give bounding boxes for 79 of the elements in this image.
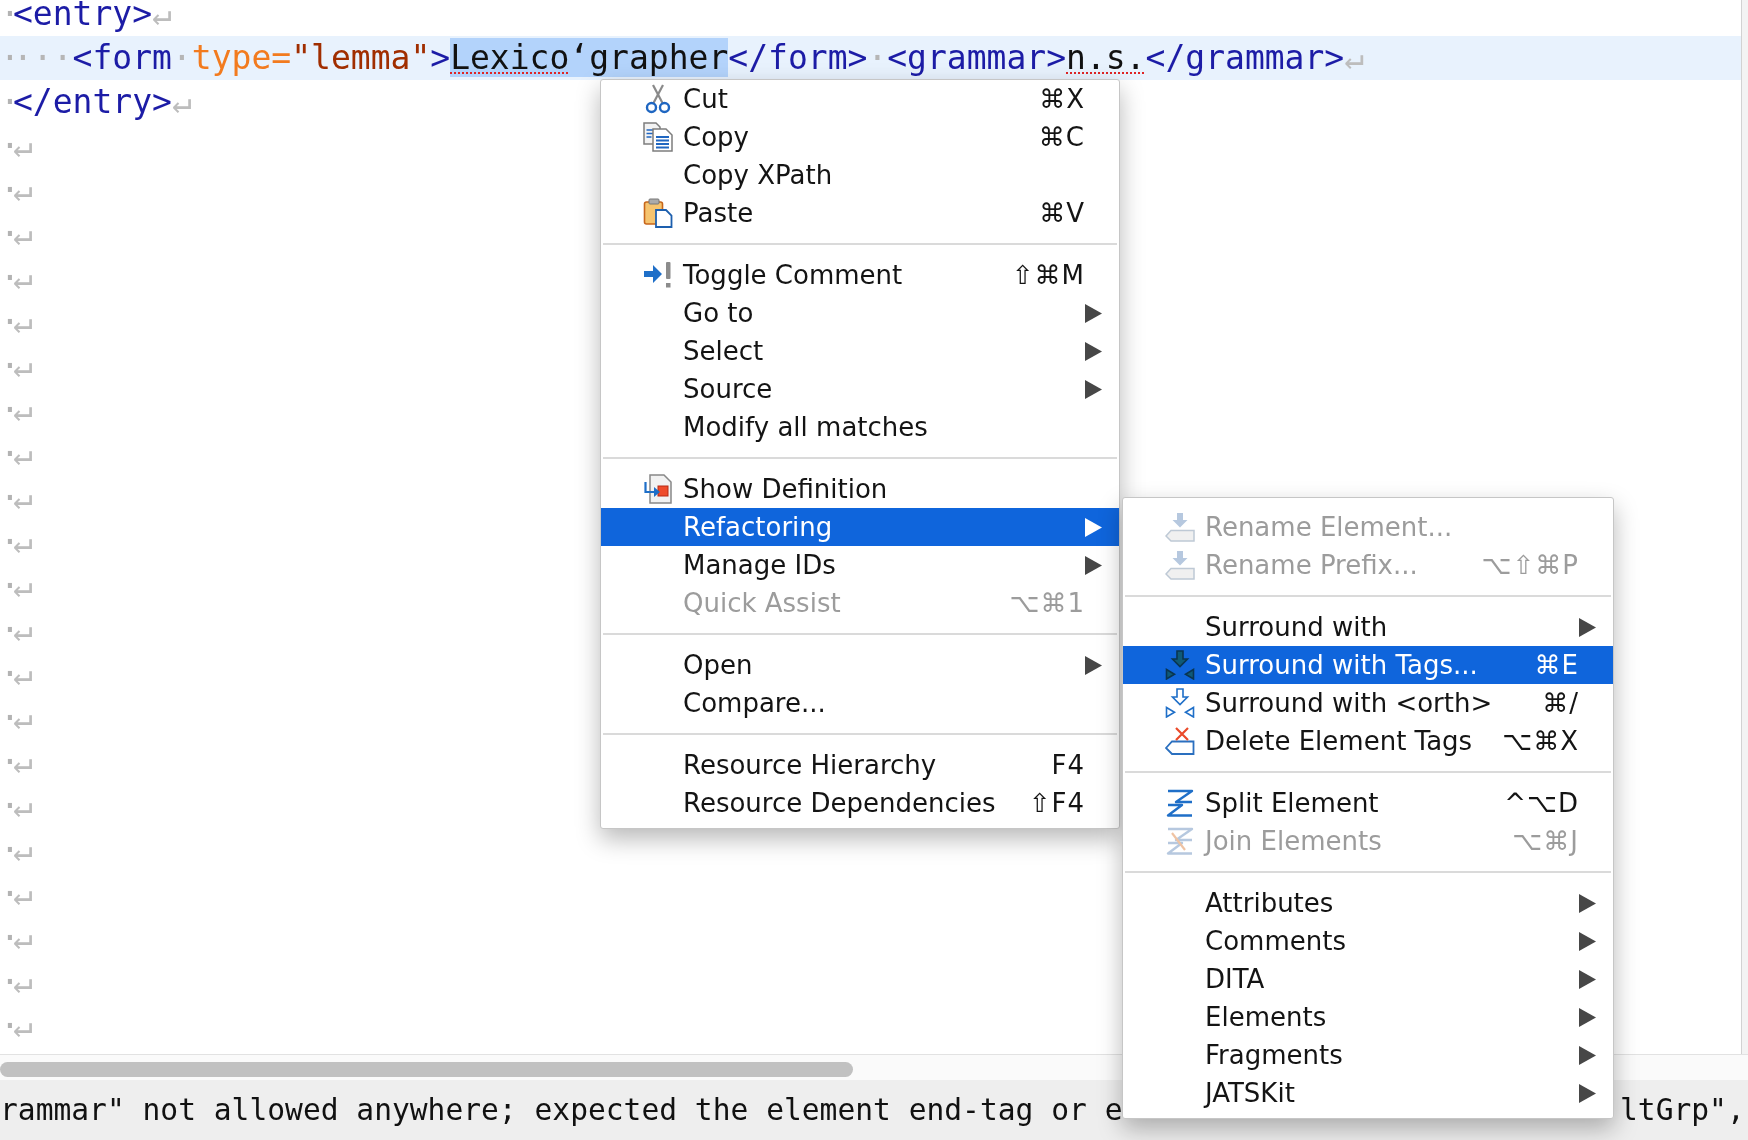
arrow-exclamation-icon	[643, 260, 673, 290]
code-line: ·↵	[0, 522, 33, 562]
code-line: ·↵	[0, 698, 33, 738]
join-icon	[1165, 826, 1195, 856]
menu-item[interactable]: Go to	[601, 294, 1119, 332]
code-line: ·↵	[0, 214, 33, 254]
keyboard-shortcut: ⌥⌘X	[1502, 726, 1579, 756]
menu-item[interactable]: Open	[601, 646, 1119, 684]
error-message: rammar" not allowed anywhere; expected the element end-tag or e	[0, 1093, 1123, 1127]
code-line: ·↵	[0, 610, 33, 650]
menu-item[interactable]: Show Definition	[601, 470, 1119, 508]
menu-item[interactable]: Select	[601, 332, 1119, 370]
clipboard-icon	[643, 198, 673, 228]
copy-icon	[643, 122, 673, 152]
menu-item[interactable]: Resource Hierarchy F4	[601, 746, 1119, 784]
surround-tags-icon	[1165, 688, 1195, 718]
keyboard-shortcut: ⌘V	[1039, 198, 1085, 228]
keyboard-shortcut: ^⌥D	[1504, 788, 1579, 818]
keyboard-shortcut: ⌥⌘1	[1009, 588, 1085, 618]
menu-item[interactable]: Comments	[1123, 922, 1613, 960]
menu-item[interactable]: Surround with	[1123, 608, 1613, 646]
code-line: ·↵	[0, 654, 33, 694]
keyboard-shortcut: ⌘E	[1534, 650, 1579, 680]
error-message: ltGrp",	[1619, 1093, 1745, 1127]
code-line: ·↵	[0, 126, 33, 166]
code-line: ·↵	[0, 302, 33, 342]
code-line: ·↵	[0, 566, 33, 606]
code-line: ·↵	[0, 918, 33, 958]
menu-item[interactable]: Resource Dependencies ⇧F4	[601, 784, 1119, 822]
code-line: ·↵	[0, 786, 33, 826]
code-line: ·↵	[0, 742, 33, 782]
menu-item[interactable]: Elements	[1123, 998, 1613, 1036]
menu-item[interactable]: Delete Element Tags ⌥⌘X	[1123, 722, 1613, 760]
arrow-tag-icon	[1165, 550, 1195, 580]
code-line: ·↵	[0, 830, 33, 870]
menu-item[interactable]: Surround with <orth> ⌘/	[1123, 684, 1613, 722]
code-line: ·↵	[0, 874, 33, 914]
code-line: ·↵	[0, 434, 33, 474]
menu-item[interactable]: Modify all matches	[601, 408, 1119, 446]
menu-item[interactable]: Refactoring	[601, 508, 1119, 546]
menu-item[interactable]: Copy ⌘C	[601, 118, 1119, 156]
split-icon	[1165, 788, 1195, 818]
code-line: ·↵	[0, 170, 33, 210]
keyboard-shortcut: ⌘X	[1039, 84, 1085, 114]
code-line: ·↵	[0, 1006, 33, 1046]
menu-item[interactable]: Split Element ^⌥D	[1123, 784, 1613, 822]
menu-item[interactable]: JATSKit	[1123, 1074, 1613, 1112]
menu-item[interactable]: Compare...	[601, 684, 1119, 722]
tag-x-icon	[1165, 726, 1195, 756]
keyboard-shortcut: ⌘C	[1038, 122, 1085, 152]
menu-item[interactable]: Surround with Tags... ⌘E	[1123, 646, 1613, 684]
code-line: ·</entry>↵	[0, 82, 192, 122]
menu-item[interactable]: Attributes	[1123, 884, 1613, 922]
menu-item[interactable]: Cut ⌘X	[601, 80, 1119, 118]
code-line: ····<form·type="lemma">Lexico‘grapher</form>·<grammar>n.s.</grammar>↵	[0, 38, 1365, 78]
menu-item[interactable]: Fragments	[1123, 1036, 1613, 1074]
code-line: ·↵	[0, 258, 33, 298]
keyboard-shortcut: ⌘/	[1542, 688, 1579, 718]
menu-item[interactable]: Toggle Comment ⇧⌘M	[601, 256, 1119, 294]
keyboard-shortcut: ⇧F4	[1028, 788, 1085, 818]
menu-item[interactable]: Source	[601, 370, 1119, 408]
keyboard-shortcut: ⌥⌘J	[1512, 826, 1579, 856]
code-line: ·↵	[0, 962, 33, 1002]
code-line: ·<entry>↵	[0, 0, 172, 34]
document-arrow-icon	[643, 474, 673, 504]
keyboard-shortcut: ⇧⌘M	[1011, 260, 1085, 290]
keyboard-shortcut: F4	[1051, 750, 1085, 780]
menu-item[interactable]: DITA	[1123, 960, 1613, 998]
menu-item[interactable]: Manage IDs	[601, 546, 1119, 584]
menu-item[interactable]: Copy XPath	[601, 156, 1119, 194]
code-line: ·↵	[0, 478, 33, 518]
code-line: ·↵	[0, 346, 33, 386]
menu-item[interactable]: Paste ⌘V	[601, 194, 1119, 232]
code-line: ·↵	[0, 390, 33, 430]
scrollbar-thumb[interactable]	[0, 1062, 853, 1077]
arrow-tag-icon	[1165, 512, 1195, 542]
keyboard-shortcut: ⌥⇧⌘P	[1481, 550, 1579, 580]
scissors-icon	[643, 84, 673, 114]
surround-tags-icon	[1165, 650, 1195, 680]
